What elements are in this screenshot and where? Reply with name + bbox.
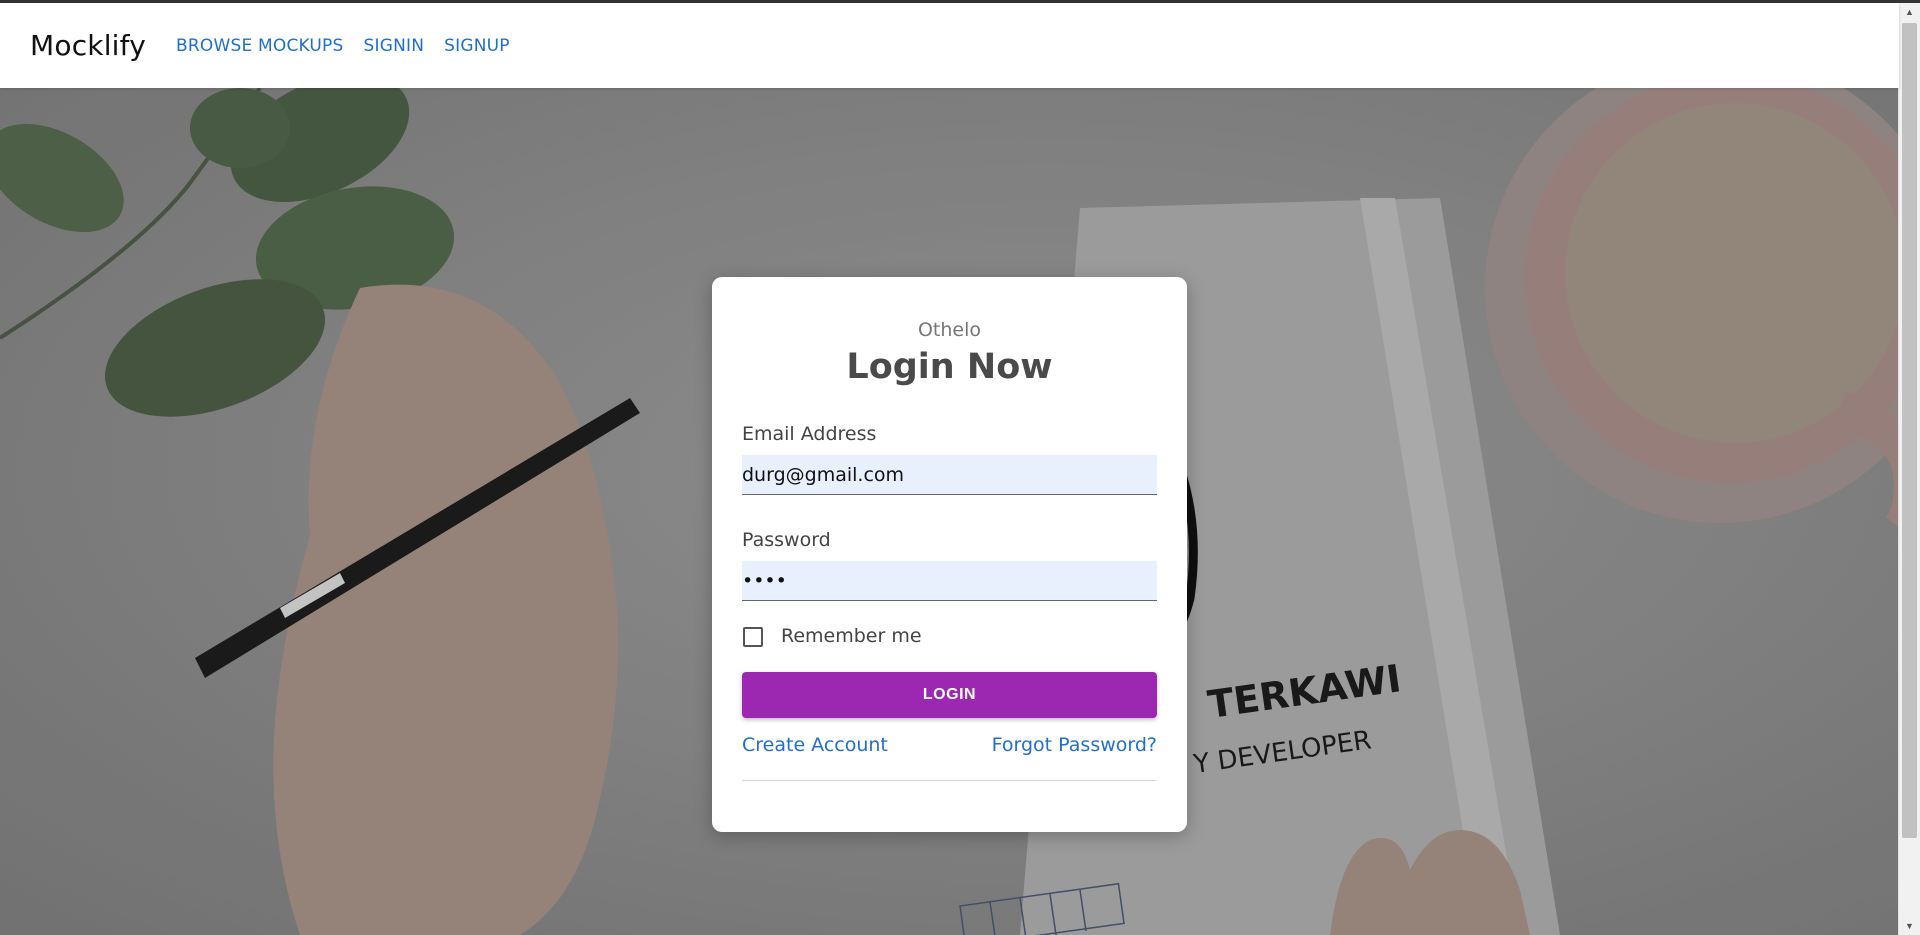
login-button[interactable]: LOGIN [742,672,1157,718]
email-field[interactable] [742,455,1157,495]
scrollbar-thumb[interactable] [1902,23,1917,838]
email-label: Email Address [742,423,877,445]
password-label: Password [742,529,831,551]
forgot-password-link[interactable]: Forgot Password? [992,734,1157,756]
top-navbar: Mocklify BROWSE MOCKUPS SIGNIN SIGNUP [0,3,1899,88]
card-divider [742,780,1157,781]
create-account-link[interactable]: Create Account [742,734,888,756]
brand-logo[interactable]: Mocklify [30,29,146,62]
remember-me-checkbox[interactable] [743,627,763,647]
remember-me-label[interactable]: Remember me [781,625,922,647]
nav-link-signin[interactable]: SIGNIN [364,36,425,56]
chevron-down-icon[interactable]: ▼ [1899,917,1920,935]
login-card: Othelo Login Now Email Address Password … [712,277,1187,832]
nav-link-browse-mockups[interactable]: BROWSE MOCKUPS [176,36,344,56]
page-scrollbar[interactable]: ▲ ▼ [1898,3,1920,935]
password-field[interactable] [742,561,1157,601]
card-subtitle: Othelo [917,319,982,341]
nav-link-signup[interactable]: SIGNUP [444,36,510,56]
chevron-up-icon[interactable]: ▲ [1899,3,1920,21]
page-title: Login Now [846,347,1053,387]
